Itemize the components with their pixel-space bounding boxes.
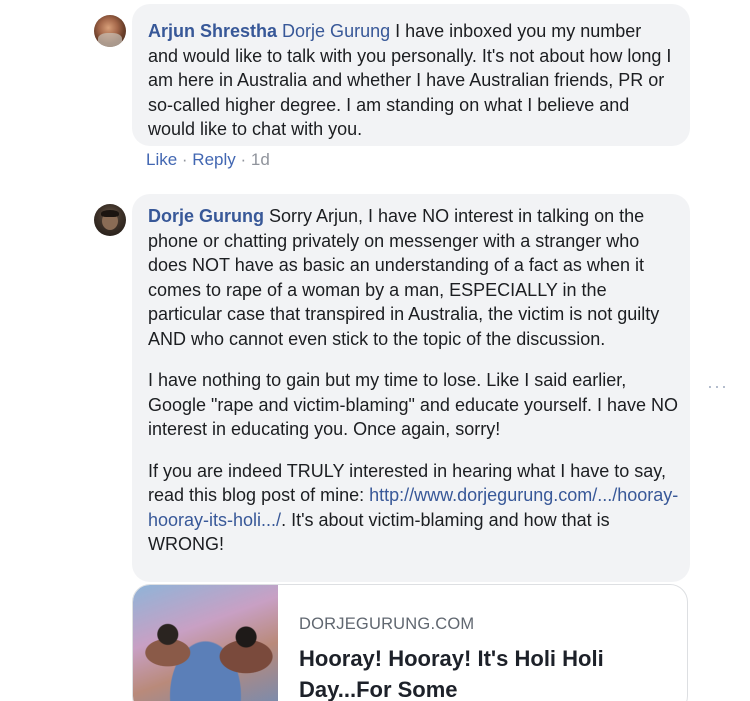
comment-paragraph: I have nothing to gain but my time to lo… (148, 370, 679, 439)
more-options-icon[interactable]: ··· (707, 376, 728, 397)
mention-link[interactable]: Dorje Gurung (282, 21, 390, 41)
comment-author[interactable]: Arjun Shrestha (148, 21, 277, 41)
comment-author[interactable]: Dorje Gurung (148, 206, 264, 226)
avatar[interactable] (94, 204, 126, 236)
comment-thread: Arjun Shrestha Dorje Gurung I have inbox… (0, 0, 750, 701)
avatar[interactable] (94, 15, 126, 47)
link-preview-card[interactable]: DORJEGURUNG.COM Hooray! Hooray! It's Hol… (132, 584, 688, 701)
preview-domain: DORJEGURUNG.COM (299, 615, 475, 633)
preview-title[interactable]: Hooray! Hooray! It's Holi Holi Day...For… (299, 643, 669, 701)
comment-bubble: Dorje Gurung Sorry Arjun, I have NO inte… (132, 194, 690, 582)
comment-body: Sorry Arjun, I have NO interest in talki… (148, 206, 660, 349)
comment-bubble: Arjun Shrestha Dorje Gurung I have inbox… (132, 4, 690, 146)
separator: · (177, 150, 193, 169)
comment-paragraph: If you are indeed TRULY interested in he… (148, 459, 680, 557)
comment-actions: Like · Reply · 1d (146, 150, 270, 170)
timestamp[interactable]: 1d (251, 150, 270, 169)
comment-paragraph: Dorje Gurung Sorry Arjun, I have NO inte… (148, 204, 680, 351)
reply-link[interactable]: Reply (192, 150, 235, 169)
like-link[interactable]: Like (146, 150, 177, 169)
separator: · (235, 150, 251, 169)
preview-image[interactable] (133, 585, 278, 701)
